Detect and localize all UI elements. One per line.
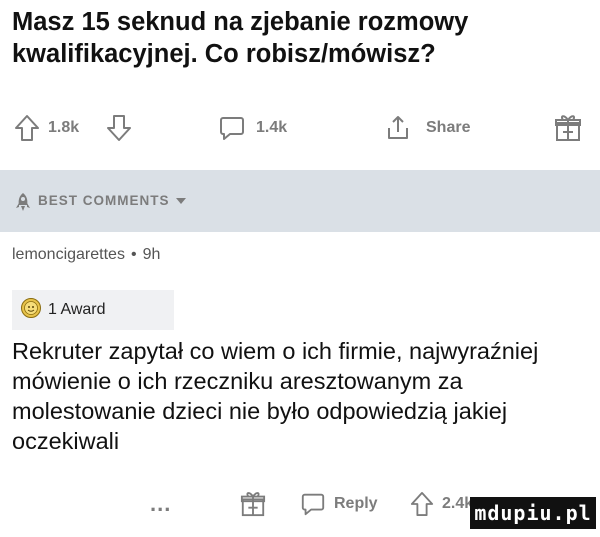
comment-author[interactable]: lemoncigarettes [12,246,125,263]
comment-icon [218,114,246,142]
share-label: Share [426,119,471,136]
upvote-button[interactable]: 1.8k [14,110,79,146]
comment-upvote-button[interactable]: 2.4k [410,486,473,522]
caret-down-icon [175,197,186,204]
comment-score: 2.4k [442,495,474,512]
comment-age: 9h [142,246,161,263]
comment-body: Rekruter zapytał co wiem o ich firmie, n… [12,338,539,454]
more-options-button[interactable]: ... [150,486,171,522]
reply-icon [300,490,326,518]
more-options-label: ... [150,491,172,516]
rocket-icon [12,191,34,218]
upvote-icon [14,114,40,142]
comment-upvote-icon [410,490,434,518]
reply-button[interactable]: Reply [300,486,378,522]
award-medal-icon [20,297,42,324]
comments-button[interactable]: 1.4k [218,110,287,146]
award-label: 1 Award [48,301,106,318]
meta-separator: • [130,246,137,263]
upvote-count: 1.8k [48,119,80,136]
award-icon [554,113,582,143]
comment-award-button[interactable] [240,486,266,522]
comment-meta: lemoncigarettes • 9h [12,246,160,264]
reply-label: Reply [334,495,378,512]
post-title: Masz 15 seknud na zjebanie rozmowy kwali… [12,8,469,68]
comment-count: 1.4k [256,119,288,136]
best-comments-label: BEST COMMENTS [38,193,170,208]
share-icon [384,114,412,142]
share-button[interactable]: Share [384,110,470,146]
downvote-icon [106,114,132,142]
comment-award-icon [240,490,266,518]
downvote-button[interactable] [106,110,132,146]
best-comments-bar[interactable]: BEST COMMENTS [0,170,600,232]
post-action-bar: 1.8k 1.4k Share [0,110,600,146]
award-badge[interactable]: 1 Award [12,290,174,330]
award-button[interactable] [554,110,582,146]
watermark-logo: mdupiu.pl [470,497,596,529]
